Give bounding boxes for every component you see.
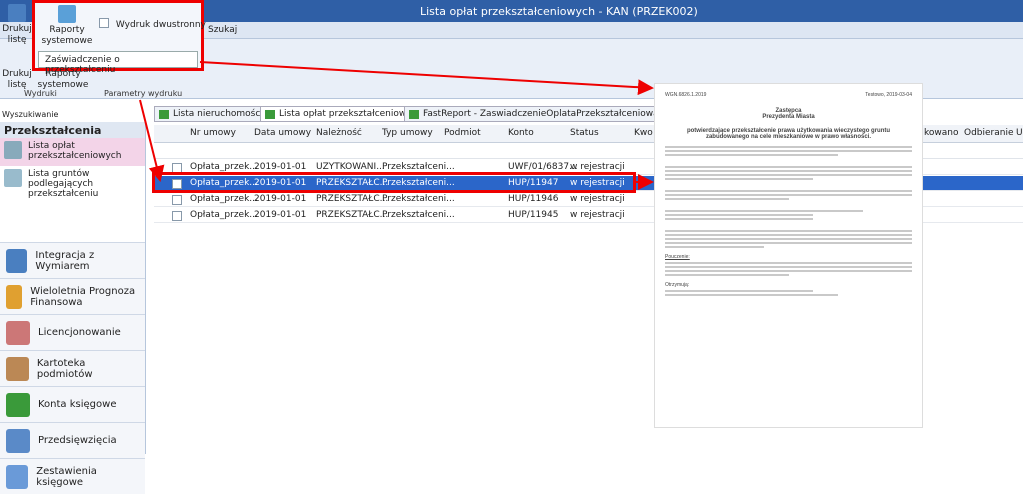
reports-label: Raporty systemowe: [41, 25, 93, 46]
column-header[interactable]: Typ umowy: [382, 128, 433, 138]
sidebar-item-fees[interactable]: Lista opłat przekształceniowych: [0, 138, 145, 166]
duplex-option[interactable]: Wydruk dwustronny: [99, 17, 206, 30]
group-print-label: Wydruki: [24, 89, 57, 98]
certificate-preview: WGN.6826.1.2019 Testowo, 2019-03-04 Zast…: [654, 83, 923, 428]
doc-title: potwierdzające przekształcenie prawa uży…: [686, 128, 891, 140]
menu-item-certificate[interactable]: Zaświadczenie o przekształceniu: [38, 51, 198, 75]
tab-oplaty[interactable]: Lista opłat przekształceniowych: [260, 106, 428, 122]
column-header[interactable]: Nr umowy: [190, 128, 236, 138]
user-icon: [6, 320, 30, 345]
ledger-icon: [6, 392, 30, 417]
doc-section-recipients: Otrzymują:: [665, 282, 690, 288]
report-icon: [58, 5, 76, 23]
cell: Przekształceni...: [382, 194, 455, 204]
chart-icon: [6, 284, 23, 309]
cell: Opłata_przek...: [190, 194, 258, 204]
sidebar-header: Przekształcenia: [0, 122, 145, 138]
cell: w rejestracji: [570, 210, 625, 220]
module-wpf[interactable]: Wieloletnia Prognoza Finansowa: [0, 278, 145, 314]
cell: Opłata_przek...: [190, 162, 258, 172]
print-list-button-2[interactable]: Drukuj listę: [2, 69, 32, 91]
tab-search[interactable]: Szukaj: [208, 25, 237, 35]
tab-nieruchomosci[interactable]: Lista nieruchomości: [154, 106, 268, 122]
report-list-icon: [6, 464, 29, 489]
duplex-checkbox[interactable]: [99, 18, 109, 28]
print-list-label: Drukuj listę: [2, 24, 32, 45]
column-header[interactable]: Data umowy: [254, 128, 311, 138]
column-header[interactable]: U: [1016, 128, 1023, 138]
tab-label: FastReport - ZaswiadczenieOplataPrzekszt…: [423, 109, 674, 119]
cell: w rejestracji: [570, 162, 625, 172]
cell: 2019-01-01: [254, 210, 307, 220]
reports-button[interactable]: Raporty systemowe: [39, 5, 95, 47]
print-list-button[interactable]: Drukuj listę: [2, 4, 32, 46]
module-label: Przedsięwzięcia: [38, 435, 117, 446]
document-tabs: Lista nieruchomości Lista opłat przekszt…: [154, 104, 679, 122]
module-label: Wieloletnia Prognoza Finansowa: [30, 285, 136, 308]
cell: HUP/11946: [508, 194, 559, 204]
project-icon: [6, 428, 30, 453]
column-header[interactable]: Konto: [508, 128, 534, 138]
doc-body: [665, 146, 912, 248]
module-zestawienia[interactable]: Zestawienia księgowe: [0, 458, 145, 494]
cell: HUP/11945: [508, 210, 559, 220]
module-label: Integracja z Wymiarem: [35, 249, 95, 272]
selected-row-highlight: [152, 172, 636, 193]
tab-fastreport[interactable]: FastReport - ZaswiadczenieOplataPrzekszt…: [404, 106, 679, 122]
print-list-label-2: Drukuj listę: [2, 69, 32, 90]
cell: PRZEKSZTAŁC...: [316, 210, 389, 220]
cell: w rejestracji: [570, 194, 625, 204]
tab-label: Lista opłat przekształceniowych: [279, 109, 423, 119]
module-licencje[interactable]: Licencjonowanie: [0, 314, 145, 350]
cell: Przekształceni...: [382, 210, 455, 220]
doc-section-instructions: Pouczenie:: [665, 254, 690, 260]
doc-issuer-2: Prezydenta Miasta: [762, 114, 815, 120]
sidebar-item-fees-label: Lista opłat przekształceniowych: [28, 141, 122, 161]
module-label: Kartoteka podmiotów: [36, 357, 93, 380]
cell: UWF/01/6837...: [508, 162, 578, 172]
integration-icon: [6, 248, 28, 273]
column-header[interactable]: Kwo: [634, 128, 653, 138]
column-header[interactable]: Status: [570, 128, 599, 138]
cell: UŻYTKOWANI...: [316, 162, 385, 172]
group-params-label: Parametry wydruku: [104, 89, 183, 98]
printer-icon: [8, 4, 26, 22]
cell: Przekształceni...: [382, 162, 455, 172]
module-label: Zestawienia księgowe: [36, 465, 97, 488]
tab-label: Lista nieruchomości: [173, 109, 263, 119]
window-title: Lista opłat przekształceniowych - KAN (P…: [420, 5, 698, 18]
people-icon: [6, 356, 29, 381]
row-checkbox[interactable]: [172, 195, 182, 205]
doc-date: Testowo, 2019-03-04: [865, 92, 912, 98]
module-integracja[interactable]: Integracja z Wymiarem: [0, 242, 145, 278]
duplex-label: Wydruk dwustronny: [115, 20, 206, 30]
sidebar-item-lands-label: Lista gruntów podlegających przekształce…: [28, 169, 99, 199]
cell: Opłata_przek...: [190, 210, 258, 220]
module-konta[interactable]: Konta księgowe: [0, 386, 145, 422]
sidebar: Przekształcenia Lista opłat przekształce…: [0, 122, 146, 494]
module-label: Licencjonowanie: [38, 327, 121, 338]
column-header[interactable]: Podmiot: [444, 128, 481, 138]
search-label[interactable]: Wyszukiwanie: [0, 108, 146, 122]
cell: 2019-01-01: [254, 194, 307, 204]
sidebar-item-lands[interactable]: Lista gruntów podlegających przekształce…: [0, 166, 145, 199]
row-checkbox[interactable]: [172, 211, 182, 221]
menu-item-certificate-label: Zaświadczenie o przekształceniu: [45, 55, 120, 75]
module-przedsiewziecia[interactable]: Przedsięwzięcia: [0, 422, 145, 458]
column-header[interactable]: Należność: [316, 128, 362, 138]
module-label: Konta księgowe: [38, 399, 117, 410]
doc-ref: WGN.6826.1.2019: [665, 92, 707, 98]
column-header[interactable]: kowano: [924, 128, 958, 138]
cell: PRZEKSZTAŁC...: [316, 194, 389, 204]
column-header[interactable]: Odbieranie fa...: [964, 128, 1016, 138]
cell: 2019-01-01: [254, 162, 307, 172]
module-kartoteka[interactable]: Kartoteka podmiotów: [0, 350, 145, 386]
